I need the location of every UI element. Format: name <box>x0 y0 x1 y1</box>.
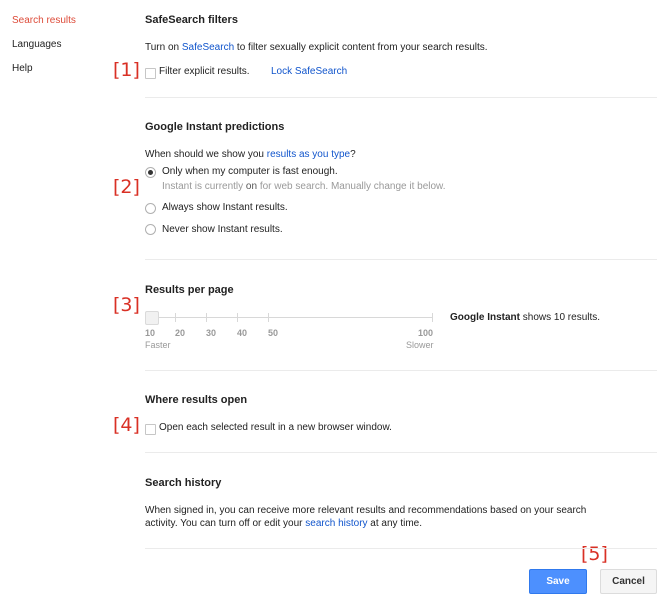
marker-3: [3] <box>113 294 140 316</box>
instant-note-prefix: Instant is currently <box>162 181 246 192</box>
where-results-open-title: Where results open <box>145 394 248 406</box>
instant-note-strong: on <box>245 181 258 192</box>
divider <box>145 259 657 260</box>
sidebar-item-languages[interactable]: Languages <box>12 39 62 50</box>
slider-tick <box>175 313 176 322</box>
instant-question: When should we show you results as you t… <box>145 149 356 160</box>
safesearch-desc-suffix: to filter sexually explicit content from… <box>234 42 488 53</box>
safesearch-description: Turn on SafeSearch to filter sexually ex… <box>145 42 488 53</box>
slider-tick <box>206 313 207 322</box>
search-history-link[interactable]: search history <box>305 518 367 529</box>
safesearch-title: SafeSearch filters <box>145 14 238 26</box>
tick-label-100: 100 <box>418 328 434 338</box>
marker-1: [1] <box>113 59 140 81</box>
radio-fast-enough-label: Only when my computer is fast enough. <box>162 166 338 177</box>
radio-fast-enough[interactable] <box>145 167 156 178</box>
tick-label-20: 20 <box>175 328 186 338</box>
history-line2-suffix: at any time. <box>367 518 422 529</box>
divider <box>145 370 657 371</box>
safesearch-desc-prefix: Turn on <box>145 42 182 53</box>
instant-question-suffix: ? <box>350 149 356 160</box>
faster-label: Faster <box>145 340 171 350</box>
divider <box>145 97 657 98</box>
instant-question-prefix: When should we show you <box>145 149 267 160</box>
tick-label-50: 50 <box>268 328 279 338</box>
slider-tick <box>432 313 433 322</box>
divider <box>145 452 657 453</box>
instant-title: Google Instant predictions <box>145 121 285 133</box>
tick-label-30: 30 <box>206 328 217 338</box>
cancel-button[interactable]: Cancel <box>600 569 657 594</box>
radio-always[interactable] <box>145 203 156 214</box>
radio-always-label: Always show Instant results. <box>162 202 288 213</box>
search-history-title: Search history <box>145 477 222 489</box>
instant-results-note: Google Instant shows 10 results. <box>450 312 600 323</box>
results-as-you-type-link[interactable]: results as you type <box>267 149 350 160</box>
filter-explicit-label: Filter explicit results. <box>159 66 250 77</box>
results-slider-handle[interactable] <box>145 311 159 325</box>
instant-note-suffix: for web search. Manually change it below… <box>257 181 446 192</box>
new-window-label: Open each selected result in a new brows… <box>159 422 392 433</box>
filter-explicit-checkbox[interactable] <box>145 68 156 79</box>
slider-tick <box>268 313 269 322</box>
instant-note-count: shows 10 results. <box>520 312 601 323</box>
sidebar-item-search-results[interactable]: Search results <box>12 15 76 26</box>
radio-never[interactable] <box>145 224 156 235</box>
instant-status-note: Instant is currently on for web search. … <box>162 181 445 192</box>
marker-4: [4] <box>113 414 140 436</box>
tick-label-40: 40 <box>237 328 248 338</box>
results-per-page-title: Results per page <box>145 284 234 296</box>
slower-label: Slower <box>406 340 434 350</box>
marker-5: [5] <box>581 543 608 565</box>
marker-2: [2] <box>113 176 140 198</box>
tick-label-10: 10 <box>145 328 156 338</box>
history-text-line2: activity. You can turn off or edit your … <box>145 518 422 529</box>
divider <box>145 548 657 549</box>
lock-safesearch-link[interactable]: Lock SafeSearch <box>271 66 347 77</box>
new-window-checkbox[interactable] <box>145 424 156 435</box>
slider-tick <box>237 313 238 322</box>
save-button[interactable]: Save <box>529 569 587 594</box>
history-line2-prefix: activity. You can turn off or edit your <box>145 518 306 529</box>
safesearch-link[interactable]: SafeSearch <box>182 42 234 53</box>
history-text-line1: When signed in, you can receive more rel… <box>145 505 587 516</box>
instant-note-brand: Google Instant <box>450 312 520 323</box>
sidebar-item-help[interactable]: Help <box>12 63 33 74</box>
radio-never-label: Never show Instant results. <box>162 224 283 235</box>
results-slider-track[interactable] <box>145 317 433 318</box>
